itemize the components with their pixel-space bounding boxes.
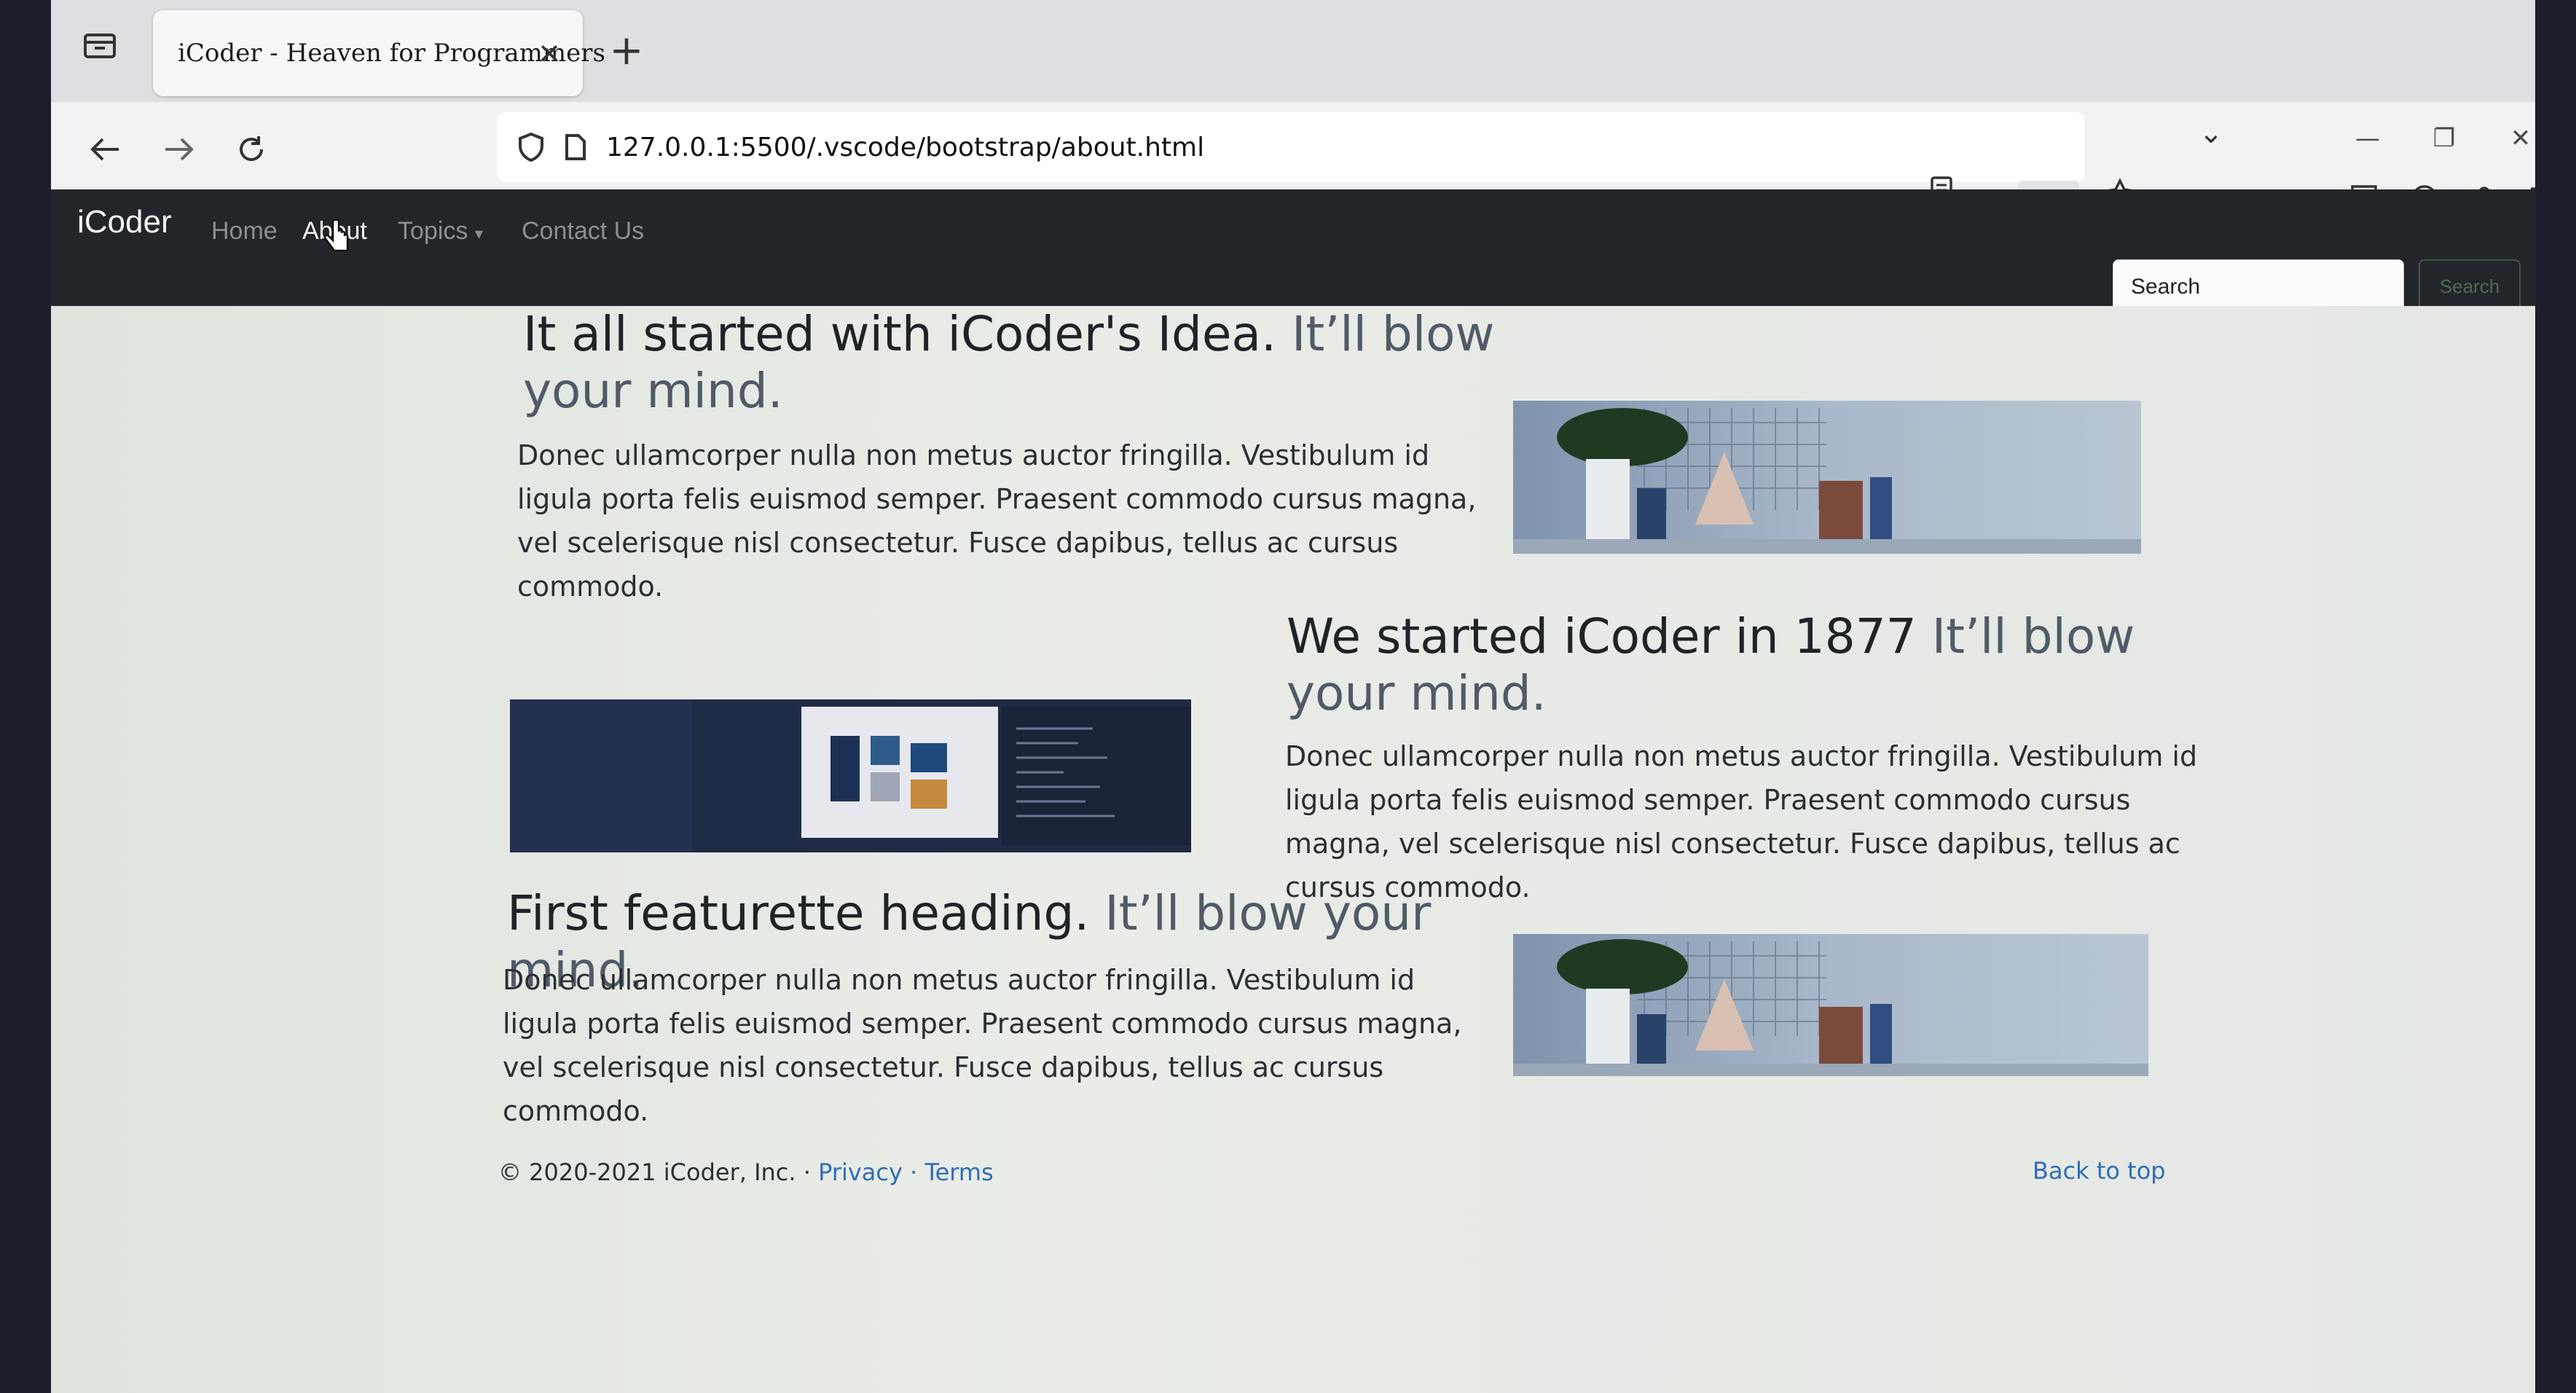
url-bar[interactable]: 127.0.0.1:5500/.vscode/bootstrap/about.h… [497,112,2085,182]
tab-list-icon[interactable] [76,23,124,67]
url-text: 127.0.0.1:5500/.vscode/bootstrap/about.h… [606,132,1205,162]
nav-topics-dropdown[interactable]: Topics ▾ [398,217,483,246]
tab-strip: iCoder - Heaven for Programmers ✕ + [51,0,2535,102]
browser-window: iCoder - Heaven for Programmers ✕ + 127.… [51,0,2535,1393]
hand-cursor-icon [323,219,353,262]
reload-icon[interactable] [226,124,277,175]
nav-home[interactable]: Home [211,217,278,246]
page-content: It all started with iCoder's Idea. It’ll… [51,306,2535,1393]
shield-icon[interactable] [517,132,545,162]
search-button[interactable]: Search [2419,259,2521,313]
caret-down-icon: ▾ [474,224,483,243]
brand-logo[interactable]: iCoder [77,204,172,240]
feature-image-code-screen [510,699,1191,852]
privacy-link[interactable]: Privacy [818,1158,903,1186]
close-window-icon[interactable]: ✕ [2491,117,2535,160]
feature-text: Donec ullamcorper nulla non metus auctor… [503,964,1462,1127]
feature-text: Donec ullamcorper nulla non metus auctor… [517,439,1477,603]
restore-icon[interactable]: ❐ [2415,117,2473,160]
close-tab-icon[interactable]: ✕ [535,39,564,68]
page-info-icon[interactable] [564,133,587,162]
minimize-icon[interactable]: — [2339,117,2397,160]
back-to-top-link[interactable]: Back to top [2033,1157,2166,1185]
browser-tab[interactable]: iCoder - Heaven for Programmers ✕ [153,10,605,96]
feature-heading-main: First featurette heading. [507,885,1090,941]
feature-heading: It all started with iCoder's Idea. It’ll… [523,306,1514,420]
list-all-tabs-icon[interactable]: ⌄ [2186,108,2237,159]
site-navbar: iCoder Home About Topics ▾ Contact Us Se… [51,189,2535,313]
feature-heading-main: We started iCoder in 1877 [1287,608,1917,664]
feature-image-workspace [1513,401,2141,554]
feature-text: Donec ullamcorper nulla non metus auctor… [1285,740,2198,903]
navigation-toolbar: 127.0.0.1:5500/.vscode/bootstrap/about.h… [51,102,2535,213]
feature-heading-main: It all started with iCoder's Idea. [523,306,1276,362]
footer-copyright: © 2020-2021 iCoder, Inc. · Privacy · Ter… [498,1158,994,1186]
forward-arrow-icon[interactable] [153,124,204,175]
footer-separator: · [902,1158,925,1186]
new-tab-icon[interactable]: + [605,29,648,73]
terms-link[interactable]: Terms [924,1158,993,1186]
nav-topics-label: Topics [398,217,468,245]
back-arrow-icon[interactable] [80,124,131,175]
feature-heading: We started iCoder in 1877 It’ll blow you… [1287,608,2161,722]
search-input[interactable]: Search [2113,259,2404,313]
feature-image-workspace [1513,934,2148,1076]
nav-contact[interactable]: Contact Us [522,217,644,246]
copyright-text: © 2020-2021 iCoder, Inc. · [498,1158,819,1186]
